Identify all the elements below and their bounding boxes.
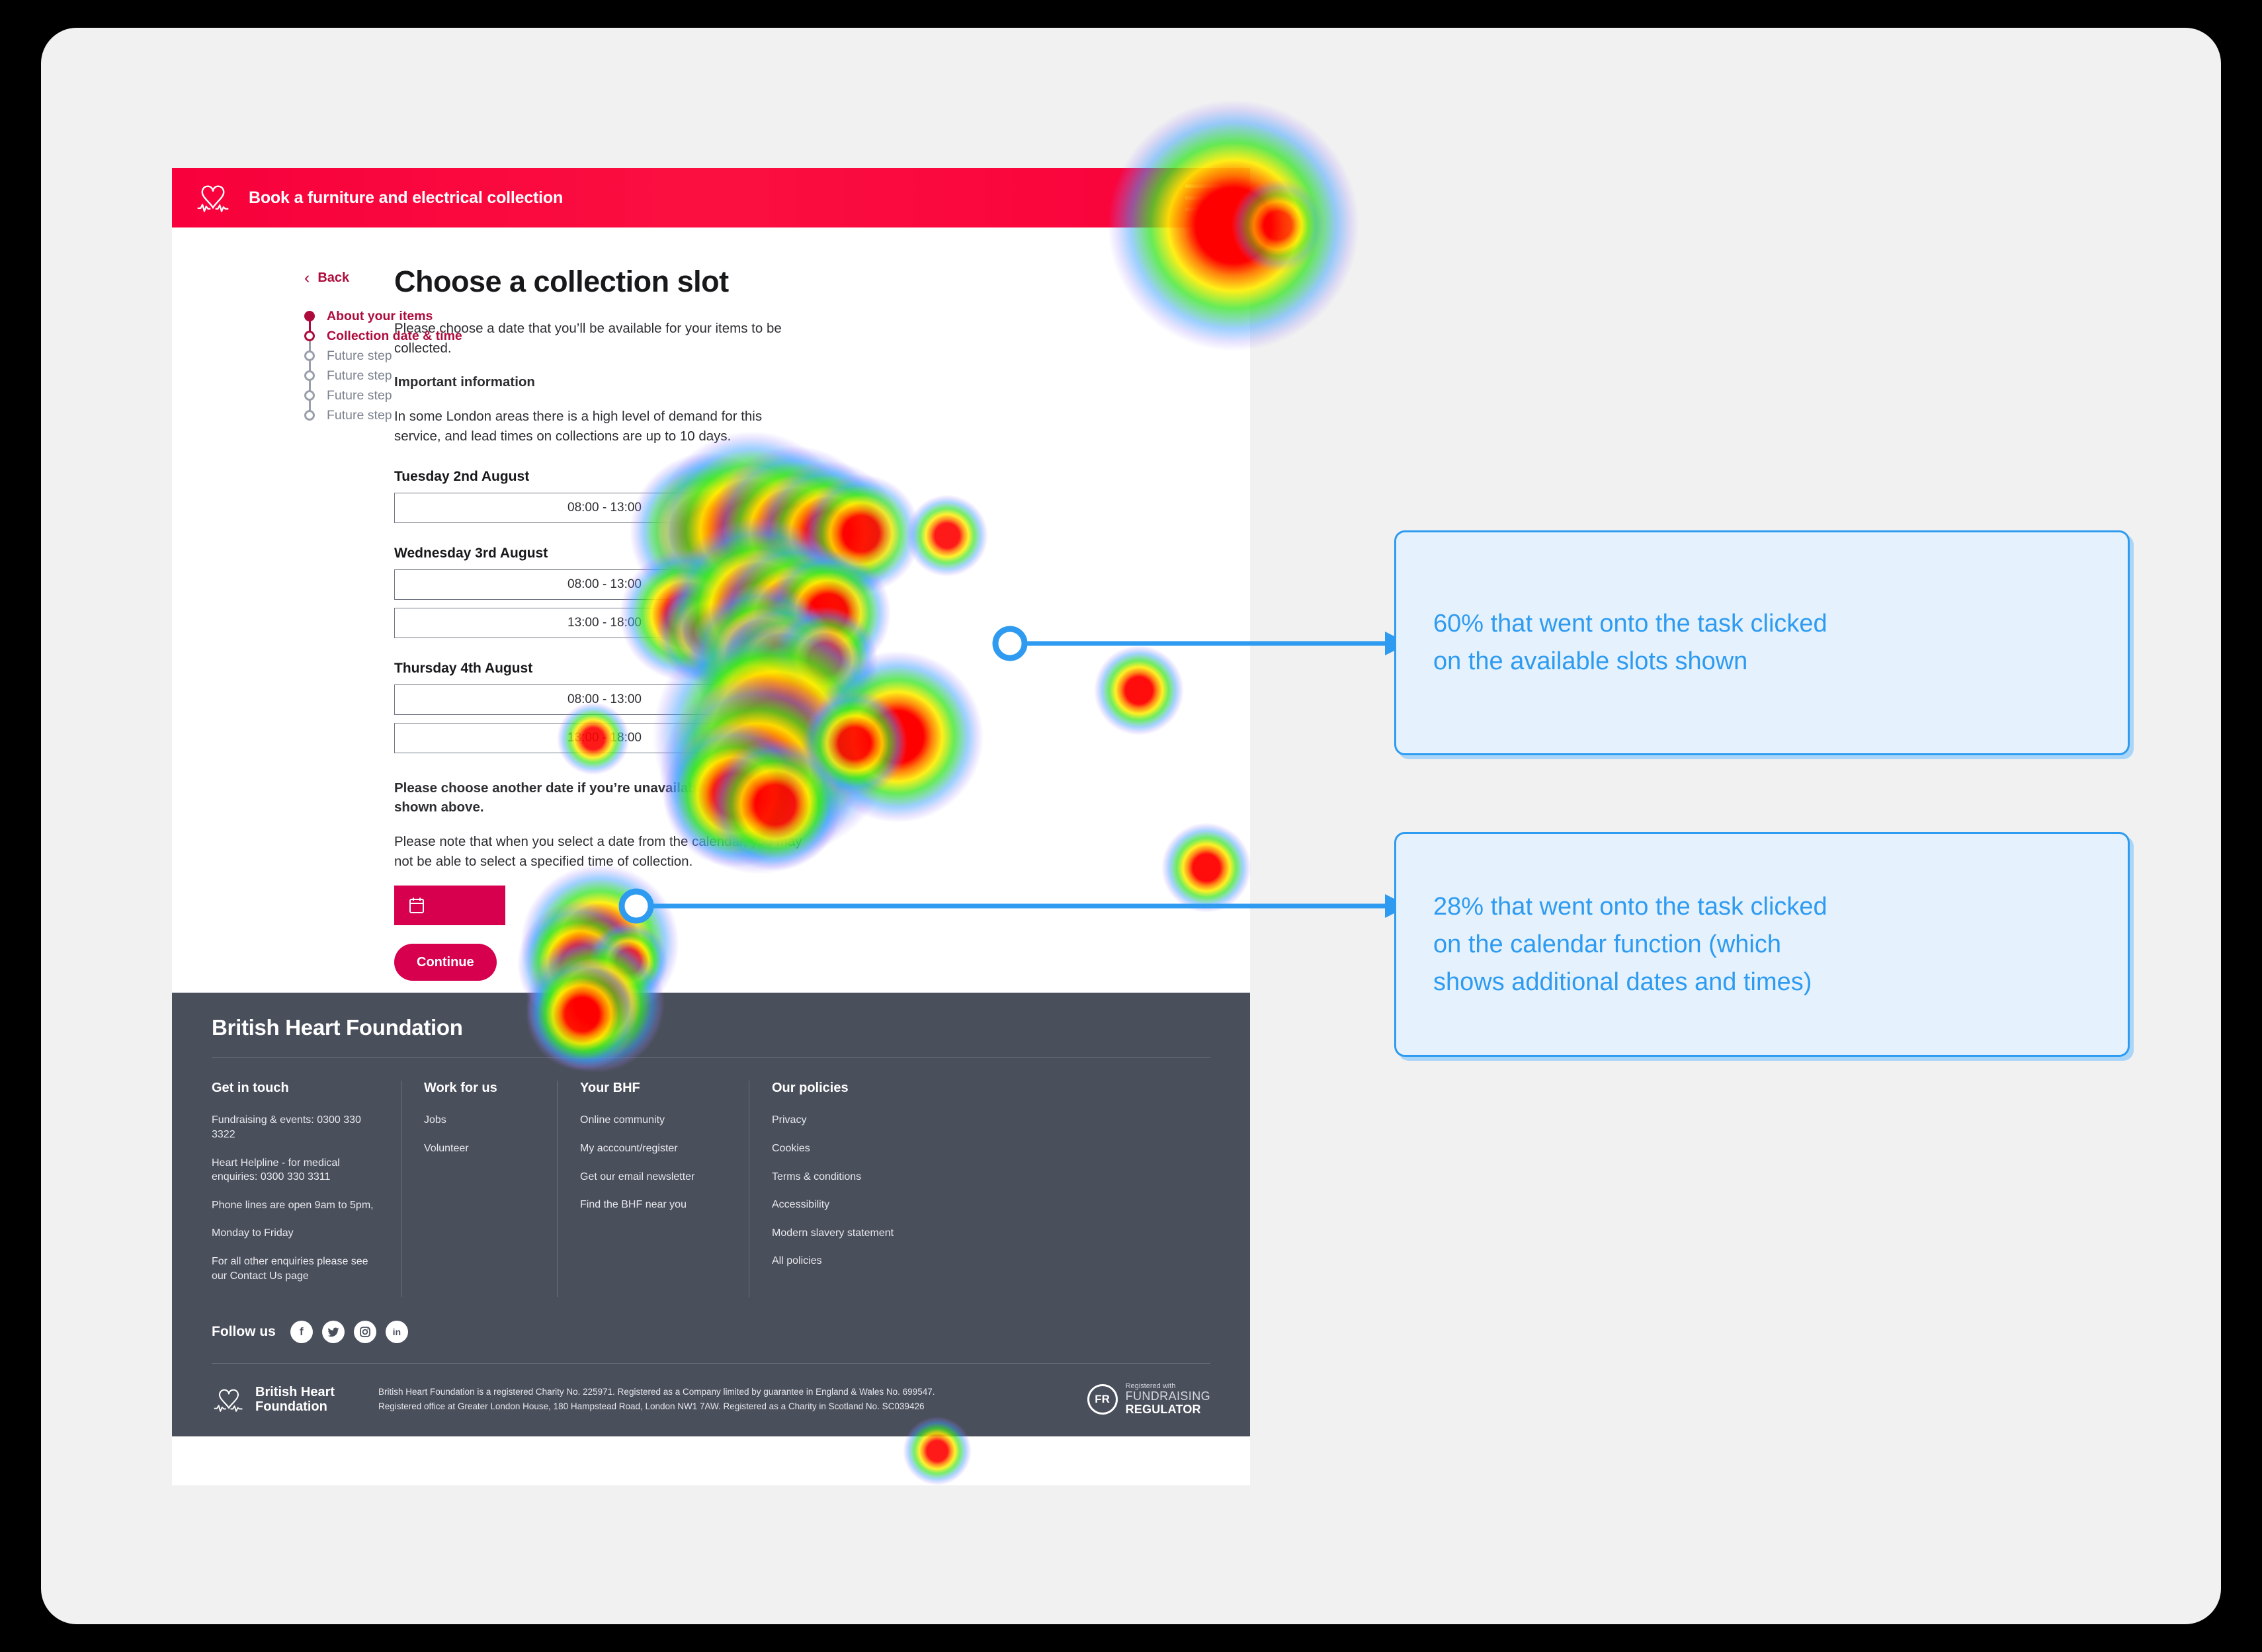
callout-2-line3: shows additional dates and times) <box>1433 968 1812 996</box>
callout-2-line2: on the calendar function (which <box>1433 930 1781 958</box>
callout-connectors <box>618 626 1409 924</box>
callout-available-slots: 60% that went onto the task clicked on t… <box>1394 530 2130 755</box>
callout-1-line2: on the available slots shown <box>1433 647 1748 675</box>
callout-calendar-function-text: 28% that went onto the task clicked on t… <box>1433 888 1827 1001</box>
slide-frame: Book a furniture and electrical collecti… <box>41 28 2221 1624</box>
callout-calendar-function: 28% that went onto the task clicked on t… <box>1394 832 2130 1057</box>
callout-1-line1: 60% that went onto the task clicked <box>1433 610 1827 638</box>
connector-start-dot-2 <box>618 888 654 924</box>
connector-start-dot-1 <box>992 626 1028 661</box>
callout-available-slots-text: 60% that went onto the task clicked on t… <box>1433 605 1827 681</box>
callout-2-line1: 28% that went onto the task clicked <box>1433 892 1827 921</box>
